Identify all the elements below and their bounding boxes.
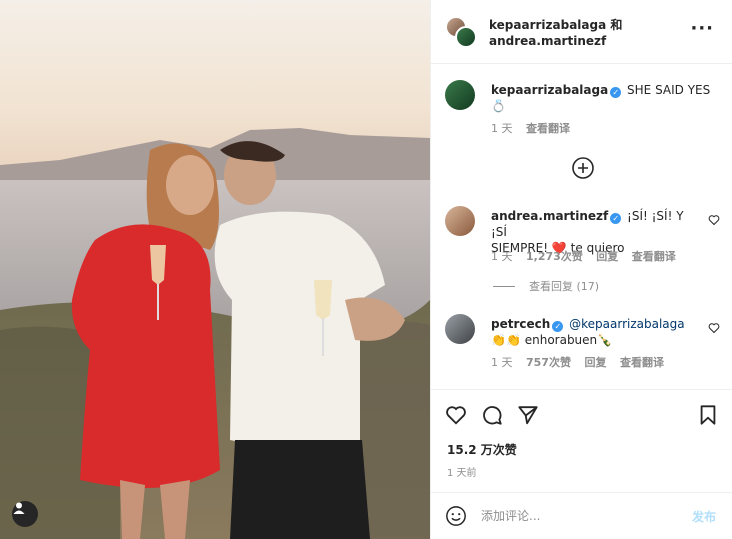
comment-likes[interactable]: 757次赞 [526, 356, 571, 369]
add-comment-input[interactable] [481, 505, 671, 527]
collab-avatars[interactable] [445, 16, 477, 48]
ring-emoji: 💍 [491, 99, 506, 113]
post-header: kepaarrizabalaga 和 andrea.martinezf ··· [431, 0, 732, 64]
more-options-icon[interactable]: ··· [690, 20, 714, 38]
see-translation-button[interactable]: 查看翻译 [632, 250, 676, 263]
like-comment-heart-icon[interactable] [708, 214, 720, 226]
comment: petrcech ✓ @kepaarrizabalaga 👏👏 enhorabue… [491, 316, 701, 348]
tagged-users-button[interactable] [12, 501, 38, 527]
header-names-line2[interactable]: andrea.martinezf [489, 33, 622, 49]
comment-bubble-icon[interactable] [481, 404, 503, 426]
comment-meta: 1 天 757次赞 回复 查看翻译 [491, 354, 674, 370]
save-bookmark-icon[interactable] [697, 404, 719, 426]
avatar [455, 26, 477, 48]
reply-button[interactable]: 回复 [596, 250, 618, 263]
mention-link[interactable]: @kepaarrizabalaga [569, 317, 685, 331]
caption-time[interactable]: 1 天 [491, 122, 513, 135]
couple-photo-illustration [0, 0, 430, 539]
like-comment-heart-icon[interactable] [708, 322, 720, 334]
emoji-smiley-icon[interactable] [445, 505, 467, 527]
caption-text: SHE SAID YES [627, 83, 711, 97]
verified-badge-icon: ✓ [610, 87, 622, 98]
collab-usernames[interactable]: kepaarrizabalaga 和 andrea.martinezf [489, 17, 622, 49]
caption-username[interactable]: kepaarrizabalaga [491, 83, 608, 97]
post-comment-button[interactable]: 发布 [692, 508, 716, 525]
user-icon [13, 502, 25, 514]
load-more-comments-icon[interactable] [571, 156, 595, 180]
avatar[interactable] [445, 80, 475, 110]
share-paper-plane-icon[interactable] [517, 404, 539, 426]
see-translation-button[interactable]: 查看翻译 [526, 122, 570, 135]
comment-composer: 发布 [431, 492, 732, 539]
verified-badge-icon: ✓ [552, 321, 564, 332]
caption-meta: 1 天 查看翻译 [491, 120, 580, 136]
comment-time[interactable]: 1 天 [491, 250, 513, 263]
caption: kepaarrizabalaga ✓ SHE SAID YES 💍 [491, 82, 711, 114]
see-translation-button[interactable]: 查看翻译 [620, 356, 664, 369]
clap-emoji: 👏👏 [491, 333, 521, 347]
comment-username[interactable]: andrea.martinezf [491, 209, 608, 223]
verified-badge-icon: ✓ [610, 213, 622, 224]
post-photo[interactable] [0, 0, 430, 539]
post-timestamp[interactable]: 1 天前 [447, 464, 477, 479]
likes-count[interactable]: 15.2 万次赞 [447, 441, 517, 458]
avatar[interactable] [445, 206, 475, 236]
reply-button[interactable]: 回复 [584, 356, 606, 369]
comments-section: kepaarrizabalaga ✓ SHE SAID YES 💍 1 天 查看翻… [431, 64, 732, 390]
avatar[interactable] [445, 314, 475, 344]
header-names-line1[interactable]: kepaarrizabalaga 和 [489, 17, 622, 33]
view-replies-button[interactable]: 查看回复 (17) [493, 278, 599, 294]
comment-likes[interactable]: 1,273次赞 [526, 250, 583, 263]
comment-username[interactable]: petrcech [491, 317, 550, 331]
champagne-emoji: 🍾 [597, 333, 613, 347]
post-actions [431, 400, 732, 430]
post-side-panel: kepaarrizabalaga 和 andrea.martinezf ··· … [430, 0, 732, 539]
comment-meta: 1 天 1,273次赞 回复 查看翻译 [491, 248, 686, 264]
comment-text: enhorabuen [524, 333, 598, 347]
view-replies-label[interactable]: 查看回复 (17) [529, 278, 599, 294]
comment-time[interactable]: 1 天 [491, 356, 513, 369]
like-heart-icon[interactable] [445, 404, 467, 426]
divider [493, 285, 515, 287]
